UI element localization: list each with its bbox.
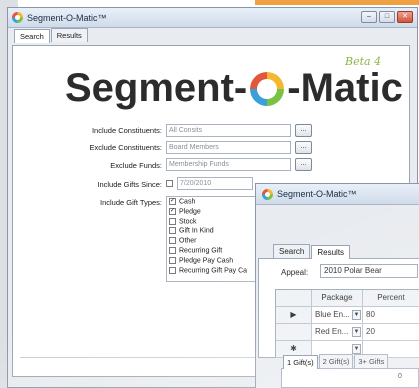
beta-badge: Beta 4 <box>345 55 382 68</box>
row-selector-icon[interactable]: ▶ <box>276 307 312 323</box>
tab-1-gift[interactable]: 1 Gift(s) <box>283 355 318 369</box>
exclude-funds-label: Exclude Funds: <box>110 161 162 170</box>
grid-header-row: Package Percent <box>276 290 419 307</box>
package-grid: Package Percent ▶ Blue En... ▼ 80 Red En.… <box>275 289 419 358</box>
exclude-funds-browse-button[interactable]: ... <box>295 158 312 171</box>
logo-text-right: -Matic <box>287 66 403 110</box>
tab-results[interactable]: Results <box>50 28 88 42</box>
exclude-constituents-label: Exclude Constituents: <box>89 143 162 152</box>
checkbox[interactable] <box>169 227 176 235</box>
segment-o-matic-logo: Segment- -Matic <box>65 66 403 111</box>
checkbox[interactable] <box>169 266 176 274</box>
include-gift-types-label: Include Gift Types: <box>100 198 162 207</box>
app-icon <box>12 12 23 23</box>
tab-3-plus-gifts[interactable]: 3+ Gifts <box>354 354 389 368</box>
table-row[interactable]: Red En... ▼ 20 <box>276 324 419 341</box>
checkbox[interactable] <box>169 246 176 254</box>
include-constituents-label: Include Constituents: <box>91 126 162 135</box>
dropdown-arrow-icon[interactable]: ▼ <box>352 327 361 337</box>
package-cell[interactable]: Red En... ▼ <box>312 324 363 340</box>
tab-2-gifts[interactable]: 2 Gift(s) <box>318 354 354 368</box>
results-titlebar[interactable]: Segment-O-Matic™ <box>256 184 419 205</box>
checkbox[interactable] <box>169 237 176 245</box>
percent-cell[interactable]: 20 <box>363 324 419 340</box>
logo-text-left: Segment- <box>65 66 248 110</box>
tab-results[interactable]: Results <box>311 245 351 259</box>
checkbox[interactable]: ✓ <box>169 207 176 215</box>
results-tab-strip: Search Results <box>273 244 351 259</box>
exclude-funds-field[interactable]: Membership Funds <box>166 158 291 171</box>
exclude-constituents-browse-button[interactable]: ... <box>295 141 312 154</box>
app-icon <box>262 188 273 200</box>
package-cell[interactable]: Blue En... ▼ <box>312 307 363 323</box>
exclude-constituents-field[interactable]: Board Members <box>166 141 291 154</box>
checkbox[interactable] <box>169 256 176 264</box>
package-column-header[interactable]: Package <box>312 290 363 306</box>
results-window-title: Segment-O-Matic™ <box>277 189 357 199</box>
include-constituents-browse-button[interactable]: ... <box>295 124 312 137</box>
maximize-icon[interactable]: □ <box>379 11 395 23</box>
include-gifts-since-date[interactable]: 7/20/2010 <box>177 177 253 190</box>
background-strip <box>255 0 419 5</box>
table-row[interactable]: ▶ Blue En... ▼ 80 <box>276 307 419 324</box>
gift-count-value: 0 <box>398 373 402 380</box>
appeal-label: Appeal: <box>281 268 309 277</box>
appeal-field[interactable]: 2010 Polar Bear <box>320 264 418 278</box>
percent-column-header[interactable]: Percent <box>363 290 419 306</box>
include-constituents-field[interactable]: All Consits <box>166 124 291 137</box>
main-titlebar[interactable]: Segment-O-Matic™ – □ ✕ <box>8 8 417 28</box>
checkbox[interactable]: ✓ <box>169 198 176 205</box>
checkbox[interactable] <box>169 217 176 225</box>
divider <box>20 357 260 358</box>
minimize-icon[interactable]: – <box>361 11 377 23</box>
main-tabs: Search Results <box>14 28 89 43</box>
logo-ring-icon <box>250 71 285 106</box>
gift-count-tabs: 1 Gift(s) 2 Gift(s) 3+ Gifts <box>283 354 389 369</box>
include-gifts-since-label: Include Gifts Since: <box>97 180 162 189</box>
close-icon[interactable]: ✕ <box>397 11 413 23</box>
percent-cell[interactable]: 80 <box>363 307 419 323</box>
row-selector-icon[interactable] <box>276 324 312 340</box>
include-gifts-since-checkbox[interactable] <box>166 180 173 187</box>
tab-search[interactable]: Search <box>273 244 311 258</box>
window-title: Segment-O-Matic™ <box>27 12 107 23</box>
row-header-cell <box>276 290 312 306</box>
dropdown-arrow-icon[interactable]: ▼ <box>352 344 361 354</box>
tab-search[interactable]: Search <box>14 29 50 43</box>
dropdown-arrow-icon[interactable]: ▼ <box>352 310 361 320</box>
